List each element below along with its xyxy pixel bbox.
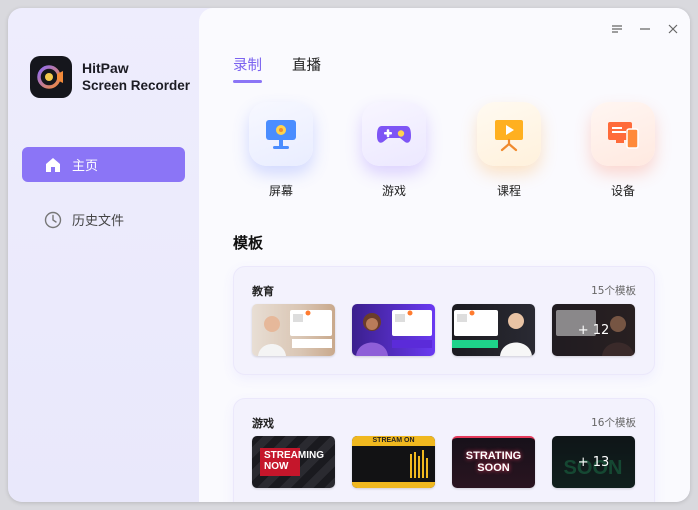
template-thumb[interactable]	[452, 304, 535, 356]
more-templates-overlay[interactable]: + 13	[552, 436, 635, 488]
brand: HitPaw Screen Recorder	[30, 56, 190, 98]
template-group-name: 教育	[252, 285, 274, 298]
template-thumb[interactable]: STRATING SOON	[452, 436, 535, 488]
thumb-label: STREAMING NOW	[264, 450, 324, 472]
template-group-name: 游戏	[252, 417, 274, 430]
mode-course[interactable]: 课程	[469, 102, 549, 199]
presentation-icon	[477, 102, 541, 166]
sidebar-item-label: 历史文件	[72, 214, 125, 229]
app-window: HitPaw Screen Recorder 主页 历史文件 录制 直播 屏幕 …	[8, 8, 690, 502]
template-group-count[interactable]: 16个模板	[591, 415, 636, 431]
sidebar-nav: 主页 历史文件	[22, 147, 185, 257]
tab-live[interactable]: 直播	[292, 54, 321, 83]
template-group-game: 游戏 16个模板 STREAMING NOW STREAM ON STRATIN…	[233, 398, 655, 502]
brand-subtitle: Screen Recorder	[82, 78, 191, 93]
template-thumb[interactable]: STREAM ON	[352, 436, 435, 488]
thumb-label: STREAM ON	[372, 437, 415, 444]
template-thumb[interactable]: STREAMING NOW	[252, 436, 335, 488]
template-thumb[interactable]	[252, 304, 335, 356]
template-thumb[interactable]: + 12	[552, 304, 635, 356]
app-logo	[30, 56, 72, 98]
tab-record[interactable]: 录制	[233, 54, 262, 83]
mode-label: 设备	[610, 184, 635, 198]
sidebar-item-home[interactable]: 主页	[22, 147, 185, 182]
main-panel: 录制 直播 屏幕 游戏 课程 设备 模板 教育 15个模板 + 12 游戏 16…	[199, 8, 690, 502]
mode-game[interactable]: 游戏	[354, 102, 434, 199]
sidebar-item-label: 主页	[72, 159, 99, 174]
mode-tabs: 录制 直播	[233, 54, 321, 83]
template-thumb[interactable]	[352, 304, 435, 356]
gamepad-icon	[362, 102, 426, 166]
template-thumb[interactable]: SOON + 13	[552, 436, 635, 488]
close-icon[interactable]	[666, 22, 680, 36]
sidebar: HitPaw Screen Recorder 主页 历史文件	[8, 8, 199, 502]
template-group-count[interactable]: 15个模板	[591, 283, 636, 299]
home-icon	[44, 156, 62, 174]
thumb-label: STRATING SOON	[465, 450, 522, 474]
menu-icon[interactable]	[610, 22, 624, 36]
monitor-icon	[249, 102, 313, 166]
window-controls	[610, 22, 680, 36]
templates-title: 模板	[233, 234, 264, 252]
mode-label: 屏幕	[268, 184, 293, 198]
mode-device[interactable]: 设备	[583, 102, 663, 199]
mode-screen[interactable]: 屏幕	[241, 102, 321, 199]
device-icon	[591, 102, 655, 166]
more-templates-overlay[interactable]: + 12	[552, 304, 635, 356]
brand-name: HitPaw	[82, 60, 129, 76]
template-group-education: 教育 15个模板 + 12	[233, 266, 655, 375]
record-modes: 屏幕 游戏 课程 设备	[241, 102, 661, 202]
sidebar-item-history[interactable]: 历史文件	[22, 202, 185, 237]
minimize-icon[interactable]	[638, 22, 652, 36]
mode-label: 课程	[496, 184, 521, 198]
mode-label: 游戏	[381, 184, 406, 198]
clock-icon	[44, 211, 62, 229]
